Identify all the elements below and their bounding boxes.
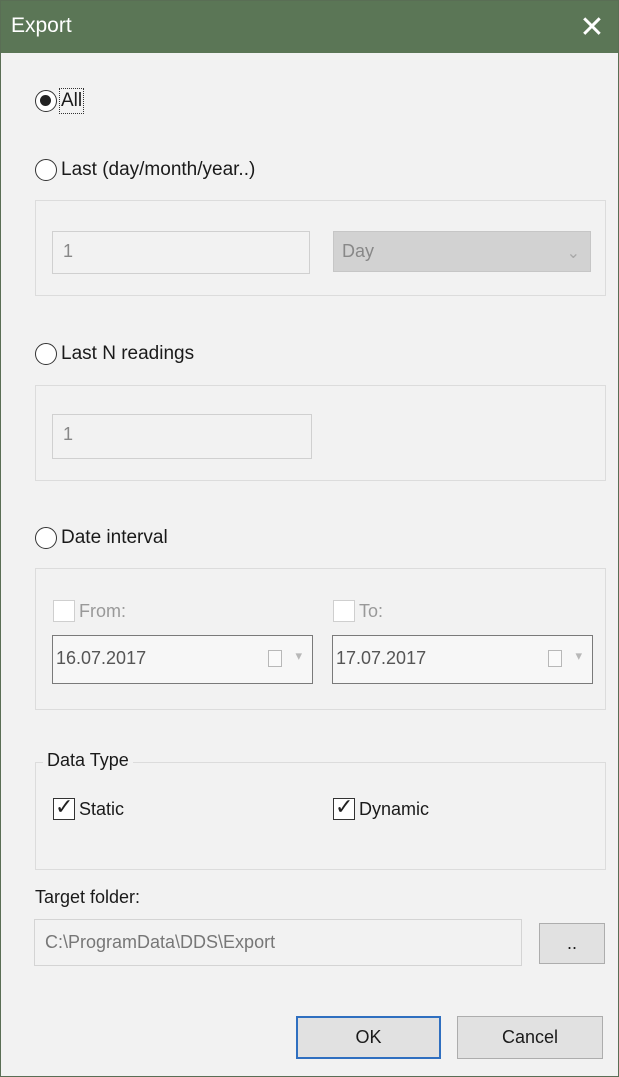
title-bar: Export ✕ [1, 1, 618, 53]
radio-last-n-indicator[interactable] [35, 343, 57, 365]
radio-last-n[interactable]: Last N readings [35, 343, 194, 365]
static-label: Static [79, 798, 125, 819]
radio-all-label: All [58, 88, 85, 114]
dynamic-checkbox-row[interactable]: ✓ Dynamic [333, 794, 430, 820]
radio-last-n-label: Last N readings [61, 343, 195, 364]
from-label: From: [79, 600, 126, 621]
radio-date-interval-label: Date interval [61, 527, 168, 548]
last-n-count-input[interactable]: 1 [52, 414, 312, 459]
from-checkbox[interactable] [53, 600, 75, 622]
target-folder-input[interactable]: C:\ProgramData\DDS\Export [34, 919, 522, 966]
calendar-icon[interactable] [548, 650, 562, 667]
radio-last-period-label: Last (day/month/year..) [61, 159, 256, 180]
target-folder-label: Target folder: [35, 887, 141, 907]
to-label: To: [359, 600, 384, 621]
data-type-group: ✓ Static ✓ Dynamic [35, 762, 606, 870]
chevron-down-icon: ⌄ [566, 245, 580, 262]
checkmark-icon: ✓ [55, 794, 74, 819]
checkmark-icon: ✓ [335, 794, 354, 819]
export-dialog: Export ✕ All Last (day/month/year..) 1 D… [0, 0, 619, 1077]
ok-button[interactable]: OK [296, 1016, 441, 1059]
to-checkbox[interactable] [333, 600, 355, 622]
dialog-title: Export [11, 14, 72, 37]
from-checkbox-row[interactable]: From: [53, 600, 126, 622]
static-checkbox-row[interactable]: ✓ Static [53, 794, 125, 820]
radio-last-period-indicator[interactable] [35, 159, 57, 181]
last-period-count-input[interactable]: 1 [52, 231, 310, 274]
last-period-unit-select[interactable]: Day ⌄ [333, 231, 591, 272]
last-period-unit-value: Day [342, 241, 375, 261]
dropdown-arrow-icon[interactable]: ▾ [295, 648, 302, 664]
to-date-value: 17.07.2017 [336, 648, 427, 668]
date-interval-group: From: 16.07.2017 ▾ To: 17.07.2017 ▾ [35, 568, 606, 710]
to-date-picker[interactable]: 17.07.2017 ▾ [332, 635, 593, 684]
calendar-icon[interactable] [268, 650, 282, 667]
close-button[interactable]: ✕ [566, 1, 618, 53]
from-date-picker[interactable]: 16.07.2017 ▾ [52, 635, 313, 684]
radio-date-interval[interactable]: Date interval [35, 527, 168, 549]
from-date-value: 16.07.2017 [56, 648, 147, 668]
to-checkbox-row[interactable]: To: [333, 600, 383, 622]
dynamic-checkbox[interactable]: ✓ [333, 794, 355, 820]
close-icon: ✕ [579, 10, 605, 44]
browse-button[interactable]: .. [539, 923, 605, 964]
radio-date-interval-indicator[interactable] [35, 527, 57, 549]
cancel-button[interactable]: Cancel [457, 1016, 603, 1059]
radio-all[interactable]: All [35, 88, 85, 114]
static-checkbox[interactable]: ✓ [53, 794, 75, 820]
radio-all-indicator[interactable] [35, 90, 57, 112]
dropdown-arrow-icon[interactable]: ▾ [575, 648, 582, 664]
last-period-group: 1 Day ⌄ [35, 200, 606, 296]
dynamic-label: Dynamic [359, 798, 430, 819]
last-n-group: 1 [35, 385, 606, 481]
radio-last-period[interactable]: Last (day/month/year..) [35, 159, 255, 181]
dialog-content: All Last (day/month/year..) 1 Day ⌄ Last… [1, 53, 618, 1076]
data-type-legend: Data Type [43, 750, 133, 771]
